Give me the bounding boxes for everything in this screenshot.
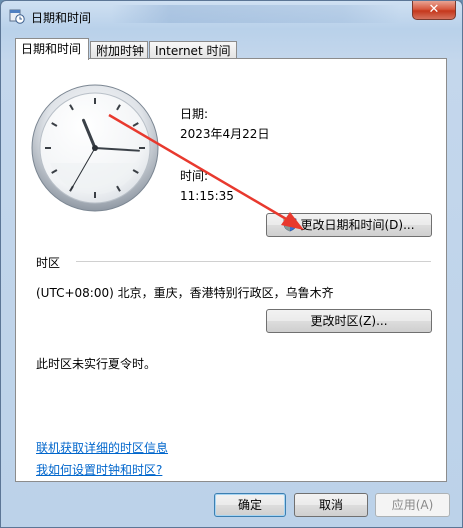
change-datetime-button[interactable]: 更改日期和时间(D)... <box>266 213 432 237</box>
cancel-button[interactable]: 取消 <box>294 493 368 517</box>
dst-note: 此时区未实行夏令时。 <box>36 357 157 371</box>
change-datetime-label: 更改日期和时间(D)... <box>300 218 415 232</box>
uac-shield-icon <box>284 216 297 232</box>
how-to-set-clock-link[interactable]: 我如何设置时钟和时区? <box>36 461 162 478</box>
clock-app-icon <box>9 9 25 24</box>
apply-button[interactable]: 应用(A) <box>375 493 450 517</box>
online-timezone-info-link[interactable]: 联机获取详细的时区信息 <box>36 439 168 456</box>
timezone-value: (UTC+08:00) 北京，重庆，香港特别行政区，乌鲁木齐 <box>36 286 334 300</box>
section-divider <box>76 261 431 262</box>
close-icon: ✕ <box>428 2 440 17</box>
tab-date-time[interactable]: 日期和时间 <box>15 38 89 60</box>
date-value: 2023年4月22日 <box>180 127 270 141</box>
close-button[interactable]: ✕ <box>412 1 456 20</box>
time-label: 时间: <box>180 169 209 183</box>
ok-button[interactable]: 确定 <box>214 493 286 517</box>
tab-additional-clocks[interactable]: 附加时钟 <box>90 41 148 59</box>
analog-clock <box>31 84 159 212</box>
time-value: 11:15:35 <box>180 189 234 203</box>
window-title: 日期和时间 <box>31 11 92 25</box>
tab-internet-time[interactable]: Internet 时间 <box>149 41 237 59</box>
change-timezone-button[interactable]: 更改时区(Z)... <box>266 309 432 333</box>
blurred-background <box>111 5 401 23</box>
tab-panel: 日期: 2023年4月22日 时间: 11:15:35 更改日期和时间(D)..… <box>15 58 447 482</box>
date-label: 日期: <box>180 107 209 121</box>
dialog-window: 日期和时间 ✕ 日期和时间 附加时钟 Internet 时间 日期: 2023年… <box>0 0 463 528</box>
timezone-section-label: 时区 <box>36 256 61 270</box>
title-bar[interactable]: 日期和时间 ✕ <box>1 1 462 31</box>
